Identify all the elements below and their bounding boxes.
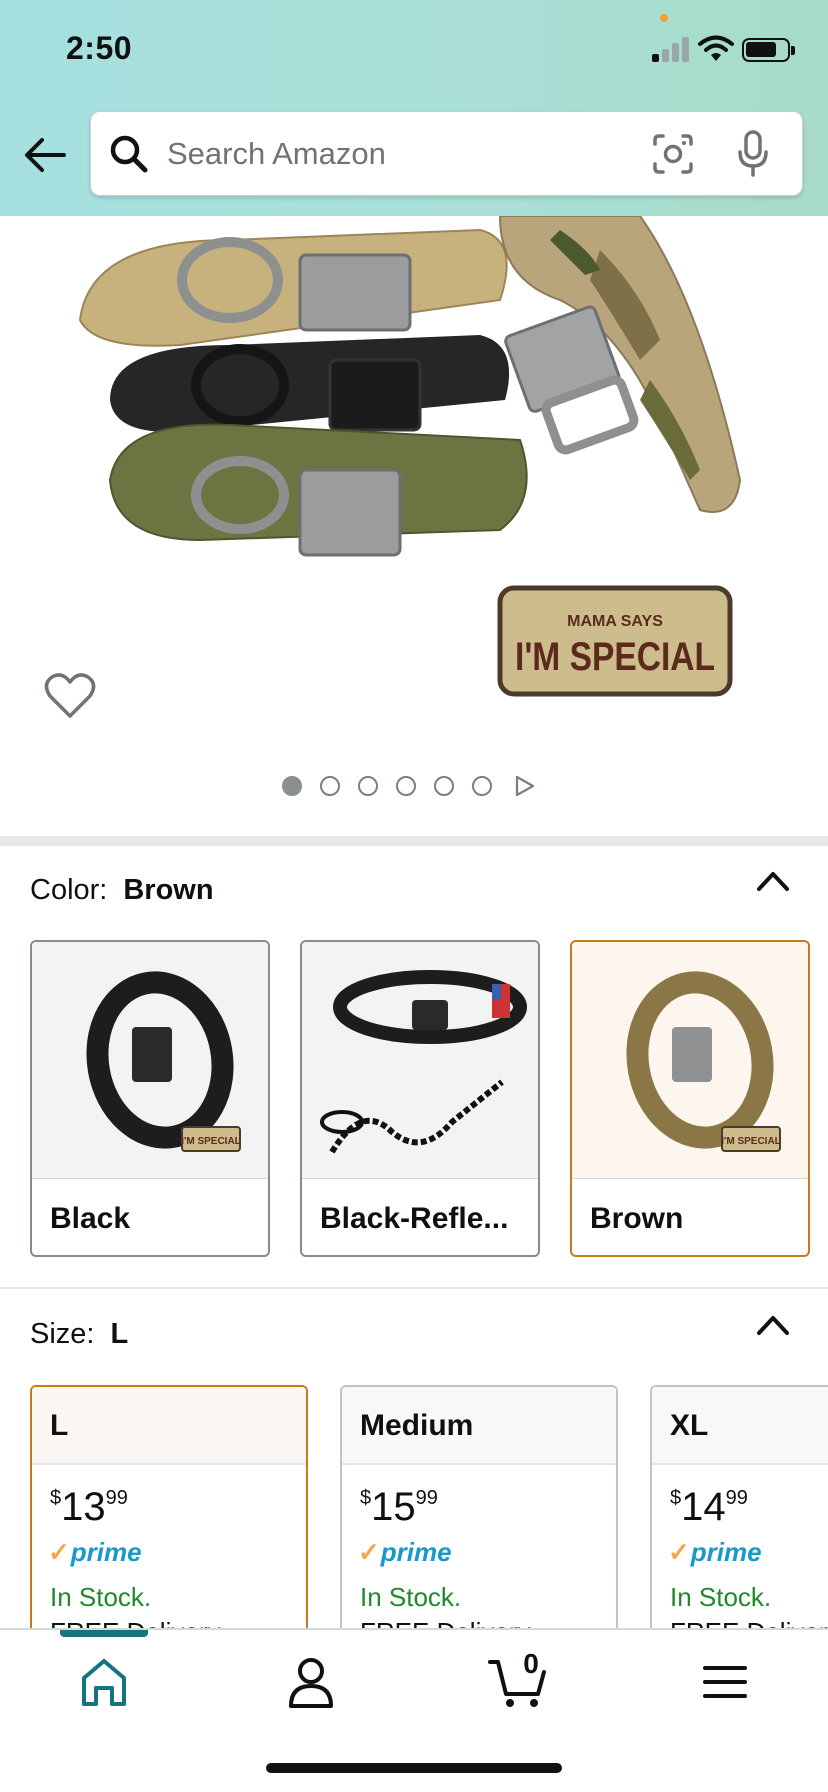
app-header: 2:50 Search Amazon — [0, 0, 828, 216]
carousel-dot[interactable] — [472, 776, 492, 796]
size-label: Size: L — [30, 1318, 129, 1350]
status-time: 2:50 — [66, 30, 133, 66]
svg-text:I'M SPECIAL: I'M SPECIAL — [181, 1136, 241, 1147]
color-option-name: Black-Refle... — [320, 1202, 509, 1235]
microphone-icon[interactable] — [737, 130, 769, 178]
swatch-image — [302, 942, 538, 1179]
cellular-signal-icon — [652, 36, 692, 62]
product-image[interactable]: MAMA SAYS I'M SPECIAL — [0, 216, 828, 836]
cart-count: 0 — [523, 1648, 539, 1679]
carousel-dot[interactable] — [320, 776, 340, 796]
carousel-dot[interactable] — [358, 776, 378, 796]
swatch-image: I'M SPECIAL — [572, 942, 808, 1179]
patch-text-top: MAMA SAYS — [567, 613, 663, 630]
patch-text-main: I'M SPECIAL — [515, 635, 715, 679]
price: $1599 — [360, 1485, 438, 1529]
svg-text:I'M SPECIAL: I'M SPECIAL — [721, 1136, 781, 1147]
menu-icon[interactable] — [695, 1654, 755, 1710]
size-option-xl[interactable]: XL $1499 ✓prime In Stock. FREE Delivery — [650, 1385, 828, 1645]
home-indicator-bar[interactable] — [266, 1763, 562, 1773]
section-divider — [0, 836, 828, 846]
carousel-dot[interactable] — [282, 776, 302, 796]
color-option-name: Black — [50, 1202, 131, 1235]
account-icon[interactable] — [281, 1654, 341, 1710]
search-placeholder: Search Amazon — [167, 136, 386, 171]
size-option-l[interactable]: L $1399 ✓prime In Stock. FREE Delivery — [30, 1385, 308, 1645]
stock-status: In Stock. — [360, 1582, 462, 1612]
price: $1499 — [670, 1485, 748, 1529]
heart-icon[interactable] — [44, 672, 96, 720]
chevron-up-icon[interactable] — [756, 870, 790, 892]
color-option-brown[interactable]: I'M SPECIAL Brown — [570, 940, 810, 1257]
image-carousel-dots[interactable] — [282, 774, 542, 798]
stock-status: In Stock. — [670, 1582, 772, 1612]
price: $1399 — [50, 1485, 128, 1529]
wifi-icon — [698, 35, 734, 61]
camera-scan-icon[interactable] — [651, 132, 695, 176]
dog-collars-photo: MAMA SAYS I'M SPECIAL — [78, 216, 742, 697]
color-label: Color: Brown — [30, 874, 214, 906]
size-option-medium[interactable]: Medium $1599 ✓prime In Stock. FREE Deliv… — [340, 1385, 618, 1645]
chevron-up-icon[interactable] — [756, 1314, 790, 1336]
color-option-black[interactable]: I'M SPECIAL Black — [30, 940, 270, 1257]
active-tab-indicator — [60, 1630, 148, 1637]
home-icon[interactable] — [74, 1654, 134, 1710]
prime-badge: ✓prime — [668, 1537, 762, 1567]
privacy-indicator-dot — [660, 14, 668, 22]
size-option-name: XL — [670, 1409, 709, 1442]
back-arrow-icon[interactable] — [20, 130, 70, 180]
size-option-name: Medium — [360, 1409, 474, 1442]
swatch-image: I'M SPECIAL — [32, 942, 268, 1179]
carousel-dot[interactable] — [396, 776, 416, 796]
stock-status: In Stock. — [50, 1582, 152, 1612]
play-video-icon[interactable] — [514, 774, 536, 798]
color-option-black-reflective[interactable]: Black-Refle... — [300, 940, 540, 1257]
section-divider — [0, 1287, 828, 1289]
size-option-name: L — [50, 1409, 69, 1442]
carousel-dot[interactable] — [434, 776, 454, 796]
search-input[interactable]: Search Amazon — [90, 111, 803, 196]
prime-badge: ✓prime — [358, 1537, 452, 1567]
color-option-name: Brown — [590, 1202, 684, 1235]
battery-icon — [742, 38, 795, 62]
prime-badge: ✓prime — [48, 1537, 142, 1567]
search-icon — [110, 135, 148, 173]
selected-color: Brown — [123, 874, 214, 906]
selected-size: L — [110, 1318, 129, 1350]
